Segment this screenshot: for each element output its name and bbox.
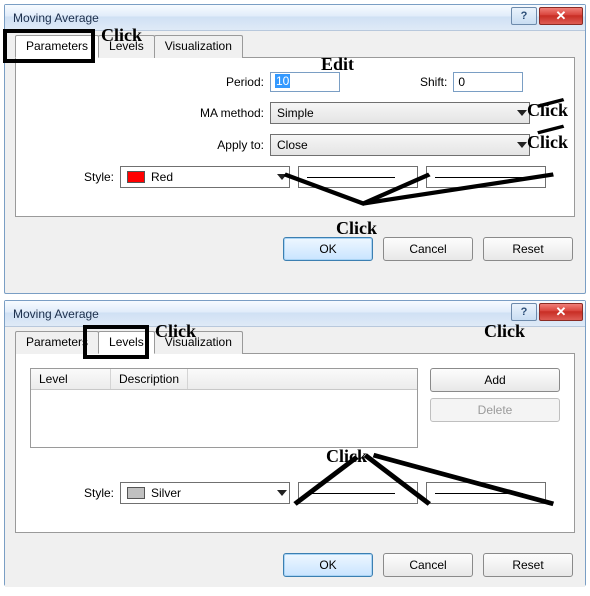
close-button[interactable]: ✕ [539,303,583,321]
ok-button[interactable]: OK [283,553,373,577]
tab-panel-levels: Level Description Add Delete Click Style… [15,353,575,533]
style-linewidth-select[interactable] [426,166,546,188]
tab-parameters[interactable]: Parameters [15,331,99,354]
label-shift: Shift: [420,75,447,89]
titlebar[interactable]: Moving Average ? ✕ [5,5,585,31]
add-button[interactable]: Add [430,368,560,392]
tab-levels[interactable]: Levels [98,35,155,58]
chevron-down-icon [277,490,287,496]
reset-button[interactable]: Reset [483,553,573,577]
col-level[interactable]: Level [31,369,111,389]
label-ma-method: MA method: [30,106,270,120]
reset-button[interactable]: Reset [483,237,573,261]
style-color-select[interactable]: Silver [120,482,290,504]
chevron-down-icon [277,174,287,180]
tab-levels[interactable]: Levels [98,331,155,354]
ma-method-select[interactable]: Simple [270,102,530,124]
delete-button: Delete [430,398,560,422]
levels-table[interactable]: Level Description [30,368,418,448]
moving-average-dialog-levels: Moving Average ? ✕ Click Click Parameter… [4,300,586,586]
cancel-button[interactable]: Cancel [383,237,473,261]
titlebar[interactable]: Moving Average ? ✕ [5,301,585,327]
tab-bar: Parameters Levels Visualization [15,331,575,354]
tab-visualization[interactable]: Visualization [154,331,243,354]
color-swatch [127,171,145,183]
shift-input[interactable] [453,72,523,92]
chevron-down-icon [517,110,527,116]
help-button[interactable]: ? [511,303,537,321]
chevron-down-icon [517,142,527,148]
button-row: OK Cancel Reset [5,543,585,587]
color-swatch [127,487,145,499]
apply-to-select[interactable]: Close [270,134,530,156]
tab-bar: Parameters Levels Visualization [15,35,575,58]
style-linewidth-select[interactable] [426,482,546,504]
style-linetype-select[interactable] [298,482,418,504]
style-linetype-select[interactable] [298,166,418,188]
annotation-click-style: Click [326,446,367,467]
window-title: Moving Average [13,307,509,321]
moving-average-dialog-parameters: Moving Average ? ✕ Click Parameters Leve… [4,4,586,294]
tab-visualization[interactable]: Visualization [154,35,243,58]
window-title: Moving Average [13,11,509,25]
tab-parameters[interactable]: Parameters [15,35,99,58]
label-style: Style: [30,486,120,500]
style-color-select[interactable]: Red [120,166,290,188]
label-period: Period: [30,75,270,89]
label-style: Style: [30,170,120,184]
col-description[interactable]: Description [111,369,188,389]
label-apply-to: Apply to: [30,138,270,152]
tab-panel-parameters: Edit Click Click Period: 10 Shift: MA me… [15,57,575,217]
close-button[interactable]: ✕ [539,7,583,25]
help-button[interactable]: ? [511,7,537,25]
cancel-button[interactable]: Cancel [383,553,473,577]
period-input[interactable]: 10 [270,72,340,92]
ok-button[interactable]: OK [283,237,373,261]
button-row: OK Cancel Reset [5,227,585,271]
